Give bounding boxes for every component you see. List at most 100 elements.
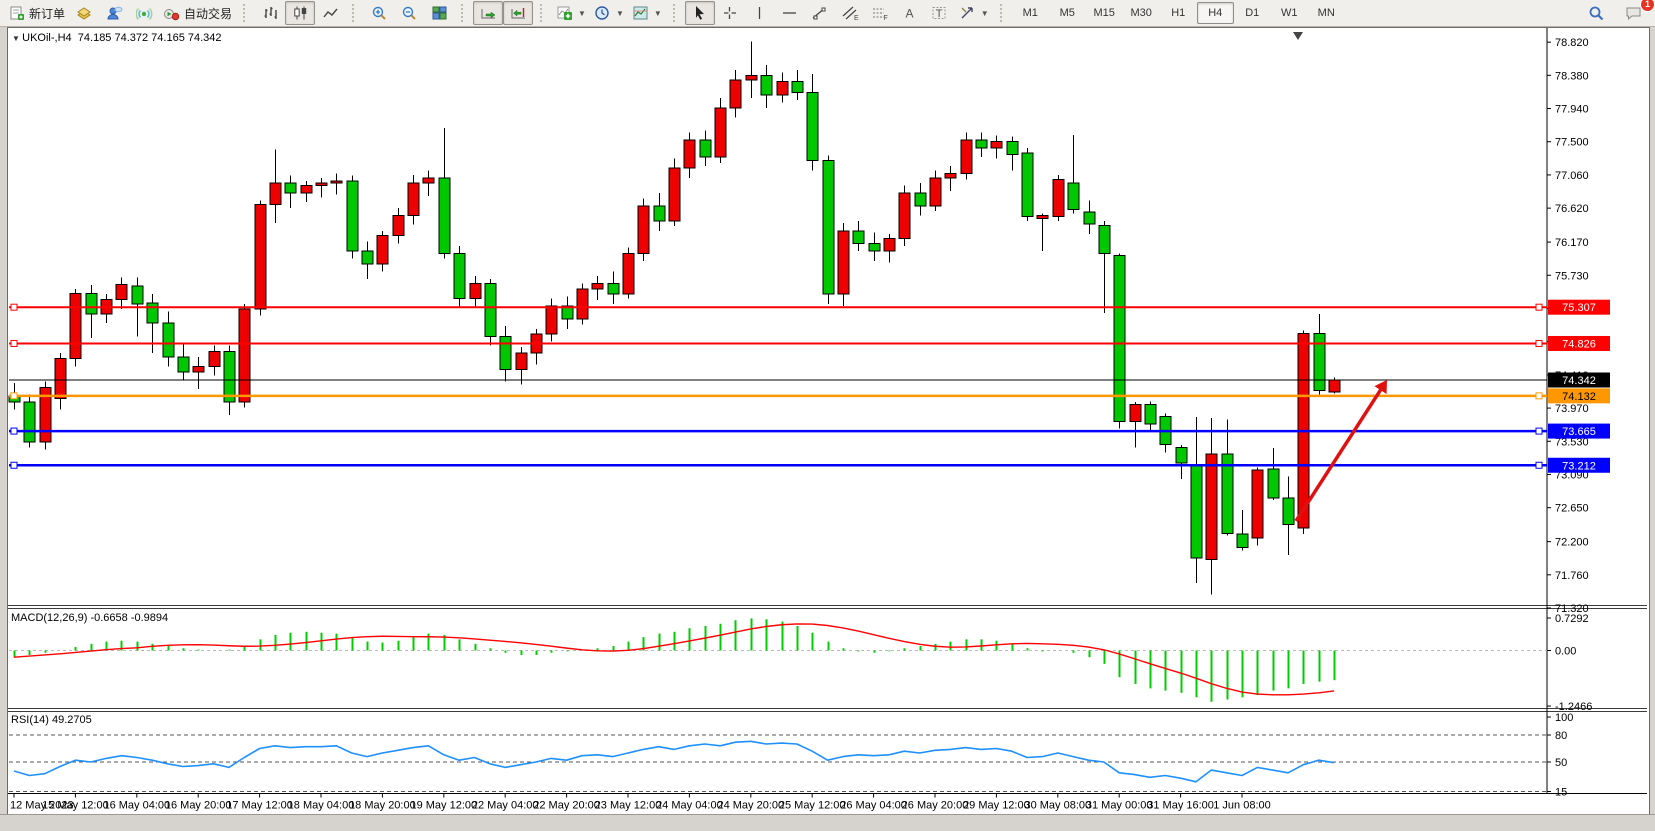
timeframe-button-h4[interactable]: H4 <box>1197 2 1234 24</box>
toolbar-grip <box>243 4 248 22</box>
timeframe-button-d1[interactable]: D1 <box>1234 2 1271 24</box>
chart-shift-button[interactable] <box>503 1 533 25</box>
line-chart-button[interactable] <box>315 1 345 25</box>
bar-chart-button[interactable] <box>255 1 285 25</box>
toolbar-grip <box>673 4 678 22</box>
line-anchor-handle[interactable] <box>1536 393 1542 399</box>
timeframe-button-m30[interactable]: M30 <box>1123 2 1160 24</box>
template-button[interactable]: ▼ <box>628 1 666 25</box>
trendline-button[interactable] <box>805 1 835 25</box>
signal-icon <box>136 5 153 21</box>
timeframe-button-mn[interactable]: MN <box>1308 2 1345 24</box>
cursor-button[interactable] <box>685 1 715 25</box>
template-icon <box>632 5 649 21</box>
macd-scale-label: 0.00 <box>1555 646 1576 658</box>
price-line-badge-text: 74.826 <box>1562 338 1596 350</box>
candle <box>869 244 880 252</box>
line-anchor-handle[interactable] <box>11 304 17 310</box>
time-tick-label: 26 May 20:00 <box>902 800 969 812</box>
channel-button[interactable]: E <box>835 1 865 25</box>
timeframe-button-h1[interactable]: H1 <box>1160 2 1197 24</box>
chart-window[interactable]: ▼ UKOil-,H4 74.185 74.372 74.165 74.342 … <box>7 27 1650 817</box>
trendline-icon <box>811 5 828 21</box>
auto-scroll-button[interactable] <box>473 1 503 25</box>
price-tick-label: 77.500 <box>1555 137 1589 149</box>
time-tick-label: 16 May 20:00 <box>165 800 232 812</box>
community-button[interactable] <box>99 1 129 25</box>
svg-text:F: F <box>883 15 887 21</box>
periods-button[interactable]: ▼ <box>590 1 628 25</box>
svg-text:E: E <box>854 15 859 21</box>
chart-plot[interactable]: 78.82078.38077.94077.50077.06076.62076.1… <box>8 28 1647 814</box>
cursor-icon <box>692 5 707 21</box>
candle <box>684 140 695 168</box>
horizontal-line-button[interactable] <box>775 1 805 25</box>
terminal-window: 新订单 自动交易 <box>0 0 1655 831</box>
price-tick-label: 76.620 <box>1555 203 1589 215</box>
signal-button[interactable] <box>129 1 159 25</box>
timeframe-button-m1[interactable]: M1 <box>1012 2 1049 24</box>
arrows-button[interactable]: ▼ <box>955 1 993 25</box>
line-anchor-handle[interactable] <box>11 340 17 346</box>
zoom-out-icon <box>401 5 418 21</box>
tile-windows-icon <box>431 5 448 21</box>
candle <box>316 183 327 185</box>
candle <box>224 351 235 402</box>
candle <box>116 284 127 299</box>
candle <box>1283 498 1294 524</box>
chart-windows-icon <box>76 5 93 21</box>
indicators-icon <box>556 5 573 21</box>
chart-windows-button[interactable] <box>69 1 99 25</box>
toolbar-grip <box>352 4 357 22</box>
candle <box>132 286 143 304</box>
new-order-button[interactable]: 新订单 <box>5 1 69 25</box>
candle <box>86 293 97 313</box>
line-anchor-handle[interactable] <box>1536 340 1542 346</box>
search-button[interactable] <box>1581 1 1611 25</box>
text-label-button[interactable]: T <box>925 1 955 25</box>
crosshair-icon <box>722 5 737 21</box>
chart-shift-marker[interactable] <box>1293 32 1303 40</box>
candle <box>1068 183 1079 209</box>
fibonacci-button[interactable]: F <box>865 1 895 25</box>
toolbar-right: 1 <box>1581 1 1655 25</box>
timeframe-button-m15[interactable]: M15 <box>1086 2 1123 24</box>
line-anchor-handle[interactable] <box>1536 428 1542 434</box>
candle <box>961 140 972 173</box>
text-button[interactable]: A <box>895 1 925 25</box>
candlestick-button[interactable] <box>285 1 315 25</box>
tile-windows-button[interactable] <box>424 1 454 25</box>
timeframe-button-w1[interactable]: W1 <box>1271 2 1308 24</box>
time-tick-label: 24 May 04:00 <box>656 800 723 812</box>
candle <box>915 193 926 206</box>
new-order-label: 新订单 <box>29 5 65 22</box>
line-anchor-handle[interactable] <box>1536 462 1542 468</box>
symbol-dropdown-icon[interactable]: ▼ <box>12 34 22 43</box>
vertical-line-button[interactable] <box>745 1 775 25</box>
zoom-out-button[interactable] <box>394 1 424 25</box>
time-tick-label: 18 May 20:00 <box>349 800 416 812</box>
candle <box>777 81 788 95</box>
candle <box>1037 216 1048 219</box>
candle <box>1268 469 1279 498</box>
zoom-in-icon <box>371 5 388 21</box>
candle <box>1145 404 1156 424</box>
status-strip <box>0 814 1655 831</box>
crosshair-button[interactable] <box>715 1 745 25</box>
line-anchor-handle[interactable] <box>11 462 17 468</box>
price-tick-label: 77.060 <box>1555 170 1589 182</box>
timeframe-button-m5[interactable]: M5 <box>1049 2 1086 24</box>
periods-icon <box>594 5 611 21</box>
candle <box>1084 212 1095 224</box>
indicators-button[interactable]: ▼ <box>552 1 590 25</box>
line-anchor-handle[interactable] <box>1536 304 1542 310</box>
time-tick-label: 26 May 04:00 <box>840 800 907 812</box>
auto-trading-button[interactable]: 自动交易 <box>159 1 236 25</box>
candlestick-icon <box>292 5 309 21</box>
notifications-button[interactable]: 1 <box>1619 1 1649 25</box>
zoom-in-button[interactable] <box>364 1 394 25</box>
candle <box>285 183 296 193</box>
line-anchor-handle[interactable] <box>11 393 17 399</box>
time-tick-label: 31 May 00:00 <box>1086 800 1153 812</box>
line-anchor-handle[interactable] <box>11 428 17 434</box>
